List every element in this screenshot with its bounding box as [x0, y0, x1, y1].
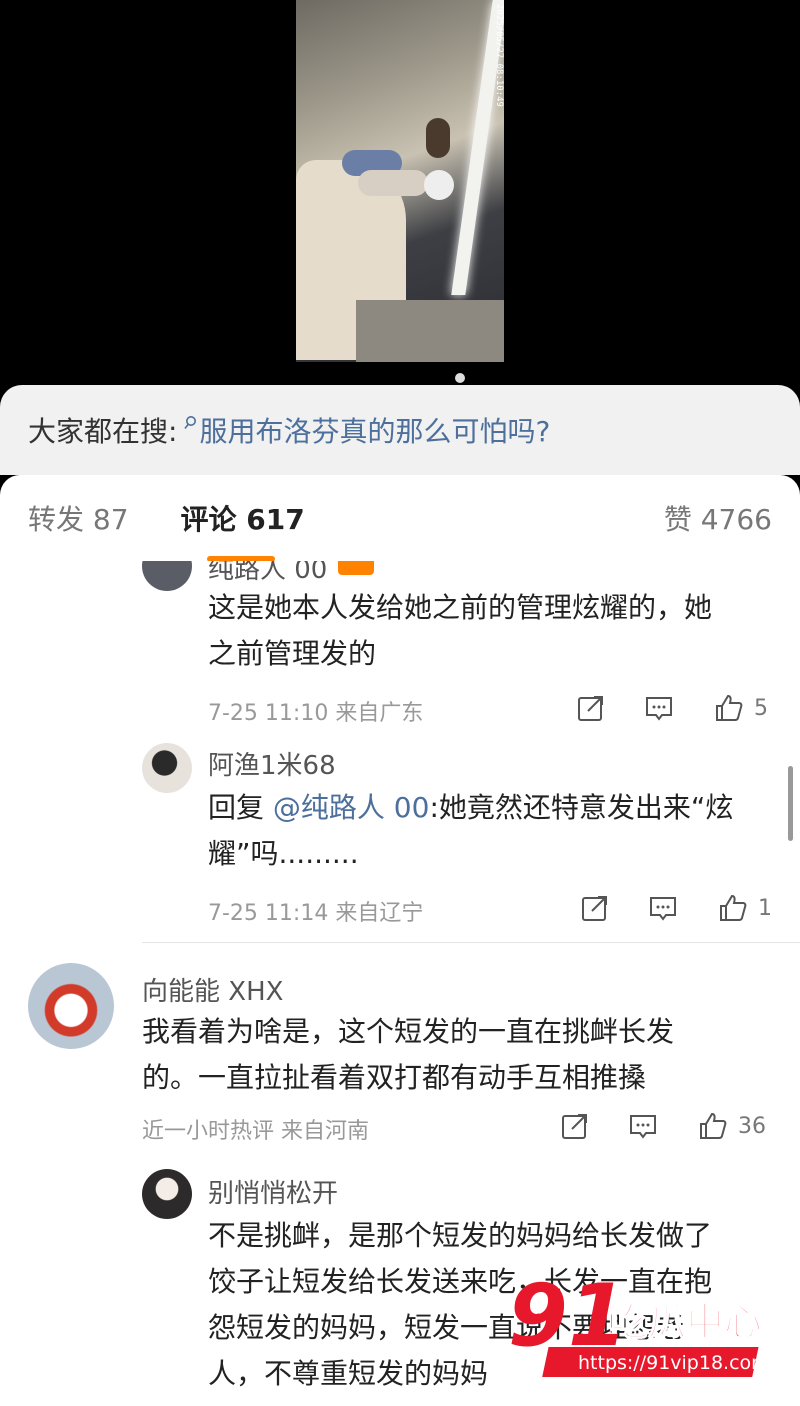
commenter-name[interactable]: 阿渔1米68 [208, 745, 336, 782]
comment-text-line: 回复 @纯路人 00:她竟然还特意发出来“炫 [208, 785, 733, 831]
comment-icon[interactable] [628, 1111, 658, 1141]
member-badge [338, 561, 374, 575]
reply-text: :她竟然还特意发出来“炫 [429, 791, 734, 824]
comment-meta: 7-25 11:14 来自辽宁 [208, 901, 424, 926]
like-count: 5 [754, 695, 768, 721]
comment-icon[interactable] [648, 893, 678, 923]
reply-prefix: 回复 [208, 791, 273, 824]
commenter-name[interactable]: 别悄悄松开 [208, 1173, 338, 1210]
like-icon[interactable] [718, 893, 748, 923]
person-figure [358, 170, 428, 196]
interaction-tabs: 转发 87 评论 617 赞 4766 [0, 475, 800, 562]
search-suggestion-prefix: 大家都在搜: [28, 415, 178, 448]
commenter-name[interactable]: 纯路人 00 [208, 561, 327, 586]
avatar[interactable] [142, 743, 192, 793]
like-icon[interactable] [698, 1111, 728, 1141]
site-watermark: 91 吃瓜中心 https://91vip18.com [508, 1266, 770, 1377]
tab-comments[interactable]: 评论 617 [180, 498, 305, 562]
comment-text-line: 不是挑衅，是那个短发的妈妈给长发做了 [208, 1219, 713, 1252]
floor-shape [356, 300, 504, 362]
avatar[interactable] [142, 561, 192, 591]
tab-repost[interactable]: 转发 87 [28, 498, 129, 538]
video-progress-dot[interactable] [455, 373, 465, 383]
comment-icon[interactable] [644, 693, 674, 723]
tab-likes[interactable]: 赞 4766 [664, 498, 772, 538]
scrollbar[interactable] [788, 766, 793, 841]
search-suggestion-link[interactable]: 服用布洛芬真的那么可怕吗? [177, 410, 550, 450]
share-icon[interactable] [576, 693, 606, 723]
comment-text-line: 的。一直拉扯看着双打都有动手互相推搡 [142, 1061, 647, 1094]
person-head [426, 118, 450, 158]
share-icon[interactable] [580, 893, 610, 923]
comment-meta: 近一小时热评 来自河南 [142, 1119, 369, 1144]
like-icon[interactable] [714, 693, 744, 723]
comment-actions: 5 [576, 693, 768, 723]
avatar[interactable] [142, 1169, 192, 1219]
like-count: 1 [758, 895, 772, 921]
commenter-name[interactable]: 向能能 XHX [142, 971, 283, 1008]
ball-shape [424, 170, 454, 200]
comment-text-line: 这是她本人发给她之前的管理炫耀的，她 [208, 591, 713, 624]
comment-meta: 7-25 11:10 来自广东 [208, 701, 424, 726]
comment-text-line: 人，不尊重短发的妈妈 [208, 1357, 489, 1390]
comment-divider [142, 942, 800, 943]
search-suggestion-query: 服用布洛芬真的那么可怕吗? [199, 415, 551, 448]
avatar[interactable] [28, 963, 114, 1049]
video-frame[interactable] [296, 0, 504, 362]
search-suggestion-bar: 大家都在搜: 服用布洛芬真的那么可怕吗? [0, 385, 800, 475]
share-icon[interactable] [560, 1111, 590, 1141]
comment-text-line: 之前管理发的 [208, 637, 377, 670]
comment-actions: 36 [560, 1111, 766, 1141]
comment-text-line: 我看着为啥是，这个短发的一直在挑衅长发 [142, 1015, 675, 1048]
search-icon [183, 415, 197, 436]
like-count: 36 [738, 1113, 766, 1139]
comment-text-line: 耀”吗......... [208, 837, 359, 870]
tab-comments-label: 评论 617 [180, 503, 305, 536]
video-timestamp: 2025/05/27 08:10:49 [494, 4, 504, 107]
mention-link[interactable]: @纯路人 00 [273, 791, 430, 824]
video-player[interactable]: 2025/05/27 08:10:49 [0, 0, 800, 385]
watermark-url: https://91vip18.com [578, 1352, 770, 1374]
watermark-title: 吃瓜中心 [610, 1300, 762, 1344]
comment-actions: 1 [580, 893, 772, 923]
